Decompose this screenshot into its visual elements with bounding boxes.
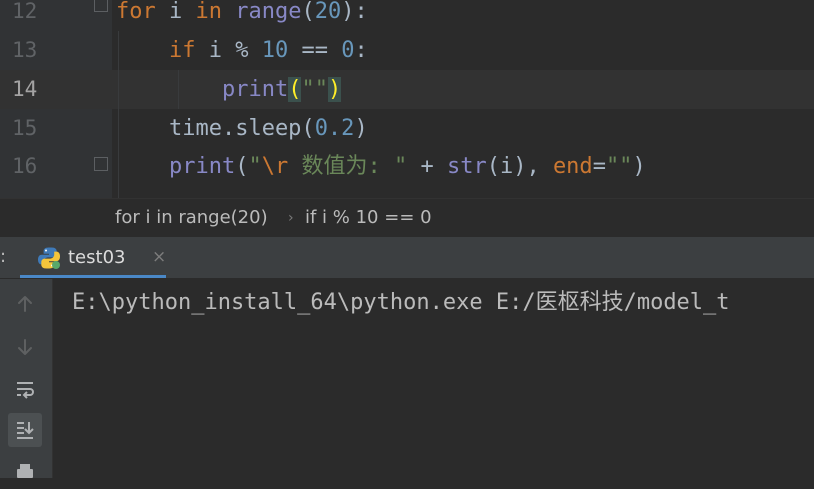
- run-toolbar: [0, 279, 53, 478]
- code-token: in: [195, 0, 223, 24]
- run-tool-window-header: : test03 ×: [0, 237, 814, 279]
- code-token: :: [354, 38, 368, 63]
- code-token: str: [446, 154, 487, 179]
- code-token: time.sleep(: [116, 116, 315, 141]
- code-line-current[interactable]: 14 print(""): [0, 70, 814, 109]
- run-tab-label: test03: [68, 247, 126, 268]
- code-token: 0.2: [314, 116, 355, 141]
- code-token: ": [248, 154, 262, 179]
- code-token: ): [632, 154, 646, 179]
- console-output[interactable]: E:\python_install_64\python.exe E:/医枢科技/…: [53, 279, 814, 478]
- soft-wrap-button[interactable]: [8, 372, 42, 406]
- code-token: 0: [341, 38, 355, 63]
- line-number: 16: [12, 154, 38, 178]
- print-button[interactable]: [8, 455, 42, 489]
- code-text[interactable]: print(""): [116, 70, 342, 109]
- indent-guide: [118, 31, 119, 198]
- code-token: ): [327, 77, 342, 102]
- line-number: 13: [12, 38, 38, 62]
- scroll-to-end-button[interactable]: [8, 413, 42, 447]
- code-editor[interactable]: 12 for i in range(20): 13 if i % 10 == 0…: [0, 0, 814, 198]
- code-token: print: [168, 154, 236, 179]
- code-token: 20: [314, 0, 342, 24]
- code-token: i %: [195, 38, 262, 63]
- close-icon[interactable]: ×: [152, 237, 166, 278]
- run-tool-window-title: :: [0, 246, 7, 267]
- code-token: ==: [288, 38, 342, 63]
- code-token: (: [235, 154, 249, 179]
- arrow-down-icon: [18, 339, 32, 355]
- run-tab-test03[interactable]: test03 ×: [20, 237, 166, 278]
- tab-active-indicator: [20, 275, 166, 278]
- code-token: +: [407, 154, 447, 179]
- code-token: 数值为: ": [288, 154, 408, 179]
- code-line[interactable]: 12 for i in range(20):: [0, 0, 814, 31]
- breadcrumb: for i in range(20) › if i % 10 == 0: [0, 198, 814, 237]
- soft-wrap-icon: [17, 382, 34, 399]
- fold-marker-icon[interactable]: [94, 157, 108, 171]
- python-icon: [38, 247, 60, 269]
- line-number: 15: [12, 116, 38, 140]
- line-number: 12: [12, 0, 38, 23]
- code-text[interactable]: for i in range(20):: [116, 0, 368, 31]
- code-token: =: [592, 154, 606, 179]
- code-token: print: [221, 77, 289, 102]
- code-token: range: [235, 0, 302, 24]
- breadcrumb-separator-icon: ›: [288, 210, 294, 226]
- code-token: for: [116, 0, 156, 24]
- code-token: (i),: [486, 154, 553, 179]
- code-token: (: [288, 77, 302, 102]
- fold-marker-icon[interactable]: [94, 0, 108, 12]
- code-token: 10: [261, 38, 289, 63]
- code-line[interactable]: 16 print("\r 数值为: " + str(i), end=""): [0, 147, 814, 186]
- code-text[interactable]: time.sleep(0.2): [116, 109, 368, 148]
- scroll-to-end-icon: [17, 422, 34, 439]
- console-line: E:\python_install_64\python.exe E:/医枢科技/…: [72, 290, 730, 315]
- code-token: (: [301, 0, 315, 24]
- code-token: \r: [261, 154, 289, 179]
- arrow-up-icon: [18, 296, 32, 312]
- code-token: end: [552, 154, 593, 179]
- next-occurrence-button[interactable]: [8, 330, 42, 364]
- previous-occurrence-button[interactable]: [8, 287, 42, 321]
- code-token: ):: [341, 0, 368, 24]
- breadcrumb-item-for-loop[interactable]: for i in range(20): [115, 199, 268, 237]
- code-token: if: [168, 38, 196, 63]
- line-number: 14: [12, 77, 38, 101]
- code-token: ): [354, 116, 368, 141]
- indent-guide: [178, 70, 179, 109]
- code-text[interactable]: if i % 10 == 0:: [116, 31, 368, 70]
- code-line[interactable]: 15 time.sleep(0.2): [0, 109, 814, 148]
- code-token: "": [301, 77, 328, 102]
- code-text[interactable]: print("\r 数值为: " + str(i), end=""): [116, 147, 646, 186]
- code-token: i: [155, 0, 196, 24]
- breadcrumb-item-if[interactable]: if i % 10 == 0: [305, 199, 432, 237]
- print-icon: [17, 464, 33, 478]
- code-token: "": [605, 154, 633, 179]
- code-line[interactable]: 13 if i % 10 == 0:: [0, 31, 814, 70]
